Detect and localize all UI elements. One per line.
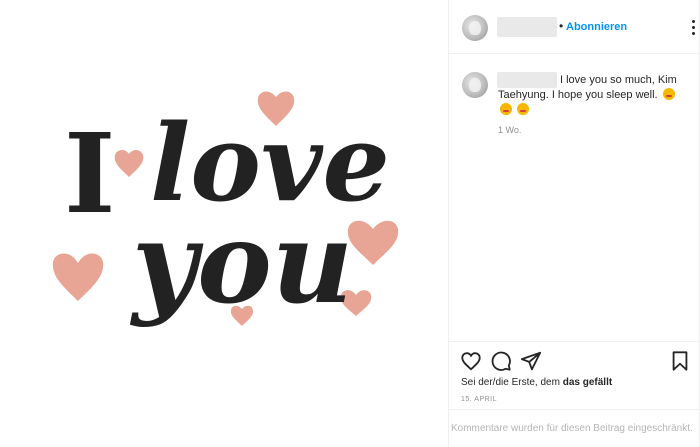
letter-i: I [64,109,115,238]
heart-icon [52,253,104,301]
avatar[interactable] [462,15,488,41]
username-redacted[interactable] [497,17,557,37]
post-caption: I love you so much, Kim Taehyung. I hope… [498,73,688,118]
comment-icon[interactable] [490,350,512,372]
avatar[interactable] [462,72,488,98]
caption-timestamp: 1 Wo. [498,125,522,135]
post-actions: Sei der/die Erste, dem das gefällt 15. A… [449,341,700,409]
word-you: you [129,198,353,329]
comments-section: I love you so much, Kim Taehyung. I hope… [449,55,700,340]
caption-text: I love you so much, Kim Taehyung. I hope… [498,74,677,101]
likes-link[interactable]: das gefällt [563,377,612,388]
kiss-emoji-icon [517,103,530,115]
heart-icon [114,149,144,177]
comments-restricted-notice: Kommentare wurden für diesen Beitrag ein… [451,423,693,434]
post-date: 15. APRIL [461,396,498,403]
bookmark-icon[interactable] [669,350,691,372]
comment-footer: Kommentare wurden für diesen Beitrag ein… [449,409,700,447]
i-love-you-illustration: I love you [52,91,399,329]
follow-button[interactable]: Abonnieren [566,21,627,33]
kiss-emoji-icon [662,88,675,100]
kiss-emoji-icon [500,103,512,115]
heart-icon [347,220,399,265]
more-options-icon[interactable] [686,20,700,36]
separator-dot: • [559,19,564,33]
instagram-post: I love you • Abonnieren I love you so mu… [0,0,700,447]
post-side-panel: • Abonnieren I love you so much, Kim Tae… [449,0,700,447]
share-icon[interactable] [520,350,542,372]
likes-text: Sei der/die Erste, dem das gefällt [461,377,612,388]
heart-like-icon[interactable] [460,350,482,372]
post-header: • Abonnieren [449,0,700,54]
likes-prefix: Sei der/die Erste, dem [461,377,563,388]
post-image[interactable]: I love you [0,0,449,447]
